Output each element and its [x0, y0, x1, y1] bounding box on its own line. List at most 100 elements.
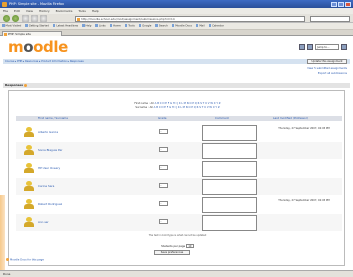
col-grade-header[interactable]: Grade — [158, 116, 167, 121]
export-submissions-link[interactable]: Export all submissions — [318, 72, 347, 75]
table-row: Sonia Blaguie Per - — [16, 142, 342, 159]
menu-edit[interactable]: Edit — [14, 9, 20, 13]
table-row: HP User Oneery - — [16, 160, 342, 177]
close-button[interactable] — [345, 1, 351, 7]
save-preferences-button[interactable]: Save preferences — [154, 250, 190, 255]
section-header: Responses — [3, 83, 350, 88]
moodle-logo[interactable]: moodle — [8, 40, 68, 55]
nav-prev-icon[interactable] — [299, 44, 305, 50]
bookmark-item[interactable]: Calendar — [209, 24, 224, 28]
section-title: Responses — [5, 83, 24, 87]
surname-filter: Surname : All A B C D E F G H I J K L M … — [135, 106, 220, 109]
grade-select[interactable]: - — [159, 201, 168, 206]
docs-help-icon — [6, 258, 9, 261]
address-bar[interactable]: http://moodle.school.edu/mod/assignment/… — [75, 15, 305, 22]
student-name[interactable]: HP User Oneery — [38, 166, 60, 170]
user-avatar-icon[interactable] — [24, 199, 34, 209]
bookmark-item[interactable]: Most Visited — [2, 24, 22, 28]
comment-textarea[interactable] — [202, 196, 257, 213]
bookmark-item[interactable]: Help — [82, 24, 92, 28]
search-input[interactable] — [310, 15, 350, 22]
menu-history[interactable]: History — [39, 9, 50, 13]
bookmark-item[interactable]: Google — [139, 24, 151, 28]
user-avatar-icon[interactable] — [24, 127, 34, 137]
breadcrumb[interactable]: Course ▸ PHP ▸ Resources ▸ Product Infor… — [3, 59, 350, 64]
responses-box: First name : All A B C D E F G H I J K L… — [8, 90, 345, 266]
grade-select[interactable]: - — [159, 183, 168, 188]
first-name-letters[interactable]: A B C D E F G H I J K L M N O P Q R S T … — [155, 102, 221, 105]
table-row: Alberto Garcia - Thursday, 27 September … — [16, 124, 342, 141]
user-avatar-icon[interactable] — [24, 145, 34, 155]
navigation-toolbar: http://moodle.school.edu/mod/assignment/… — [0, 14, 353, 23]
comment-textarea[interactable] — [202, 178, 257, 195]
col-name-header[interactable]: First name / Surname — [38, 116, 68, 121]
grade-select[interactable]: - — [159, 129, 168, 134]
bookmark-item[interactable]: Links — [95, 24, 106, 28]
title-bar: PHP: Simple site - Mozilla Firefox — [0, 0, 353, 8]
reload-icon[interactable] — [22, 15, 29, 22]
student-name[interactable]: Alberto Garcia — [38, 130, 58, 134]
grade-select[interactable]: - — [159, 165, 168, 170]
grade-select[interactable]: - — [159, 219, 168, 224]
menu-view[interactable]: View — [26, 9, 33, 13]
site-favicon-icon — [77, 17, 80, 21]
back-icon[interactable] — [3, 15, 10, 22]
menu-tools[interactable]: Tools — [78, 9, 85, 13]
header-tools: Jump to... — [299, 44, 347, 50]
minimize-button[interactable] — [331, 1, 337, 7]
forward-icon[interactable] — [12, 15, 19, 22]
table-row: Carine Sara - — [16, 178, 342, 195]
nav-next-icon[interactable] — [307, 44, 313, 50]
grade-select[interactable]: - — [159, 147, 168, 152]
user-avatar-icon[interactable] — [24, 163, 34, 173]
col-modified-header[interactable]: Last modified (Professor) — [273, 116, 308, 121]
window-title: PHP: Simple site - Mozilla Firefox — [9, 2, 64, 6]
bookmark-item[interactable]: Mail — [196, 24, 204, 28]
bookmark-item[interactable]: Moodle Docs — [172, 24, 192, 28]
per-page-control: Students per page 10 — [9, 244, 346, 248]
per-page-input[interactable]: 10 — [185, 244, 194, 248]
menu-help[interactable]: Help — [92, 9, 99, 13]
menu-file[interactable]: File — [3, 9, 8, 13]
stop-icon[interactable] — [31, 15, 38, 22]
bookmark-item[interactable]: Tools — [125, 24, 134, 28]
comment-textarea[interactable] — [202, 124, 257, 141]
bookmark-item[interactable]: Latest Headlines — [53, 24, 78, 28]
jump-to-select[interactable]: Jump to... — [315, 44, 339, 50]
bookmark-item[interactable]: Getting Started — [25, 24, 49, 28]
first-name-filter: First name : All A B C D E F G H I J K L… — [134, 102, 221, 105]
student-name[interactable]: Robert Rodriguez — [38, 202, 62, 206]
nav-forward-icon[interactable] — [341, 44, 347, 50]
moodle-docs-link[interactable]: Moodle Docs for this page — [6, 258, 44, 262]
home-icon[interactable] — [40, 15, 47, 22]
update-assignment-button[interactable]: Update this Assignment — [307, 58, 347, 64]
student-name[interactable]: Ann ser — [38, 220, 49, 224]
status-bar: Done — [0, 270, 353, 277]
maximize-button[interactable] — [338, 1, 344, 7]
page-content: moodle Jump to... Course ▸ PHP ▸ Resourc… — [0, 36, 353, 270]
help-icon[interactable] — [24, 83, 28, 87]
comment-textarea[interactable] — [202, 142, 257, 159]
table-row: Robert Rodriguez - Thursday, 27 Septembe… — [16, 196, 342, 213]
desktop-edge — [0, 195, 5, 270]
firefox-icon — [2, 1, 7, 7]
address-url: http://moodle.school.edu/mod/assignment/… — [81, 16, 175, 21]
comment-textarea[interactable] — [202, 214, 257, 231]
table-row: Ann ser - — [16, 214, 342, 231]
user-avatar-icon[interactable] — [24, 217, 34, 227]
menu-bookmarks[interactable]: Bookmarks — [56, 9, 73, 13]
student-name[interactable]: Sonia Blaguie Per — [38, 148, 62, 152]
browser-window: PHP: Simple site - Mozilla Firefox File … — [0, 0, 353, 277]
view-submissions-link[interactable]: View 5 submitted assignments — [307, 67, 347, 70]
table-header: First name / Surname Grade Comment Last … — [16, 116, 342, 121]
table-footnote: The text in bold type is what cannot be … — [148, 234, 207, 237]
student-name[interactable]: Carine Sara — [38, 184, 54, 188]
per-page-label: Students per page — [161, 245, 186, 248]
col-comment-header[interactable]: Comment — [215, 116, 229, 121]
user-avatar-icon[interactable] — [24, 181, 34, 191]
bookmark-item[interactable]: Search — [155, 24, 168, 28]
comment-textarea[interactable] — [202, 160, 257, 177]
bookmark-item[interactable]: Home — [110, 24, 121, 28]
surname-letters[interactable]: A B C D E F G H I J K L M N O P Q R S T … — [154, 106, 220, 109]
last-modified: Thursday, 27 September 2007, 02:45 PM — [278, 127, 330, 130]
